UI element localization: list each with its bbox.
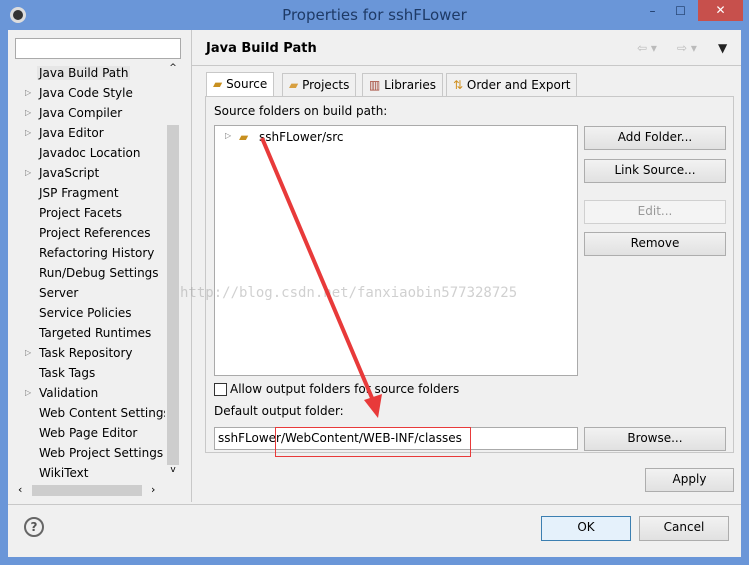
- annotation-highlight-box: [275, 427, 471, 457]
- annotation-arrow: [260, 137, 382, 418]
